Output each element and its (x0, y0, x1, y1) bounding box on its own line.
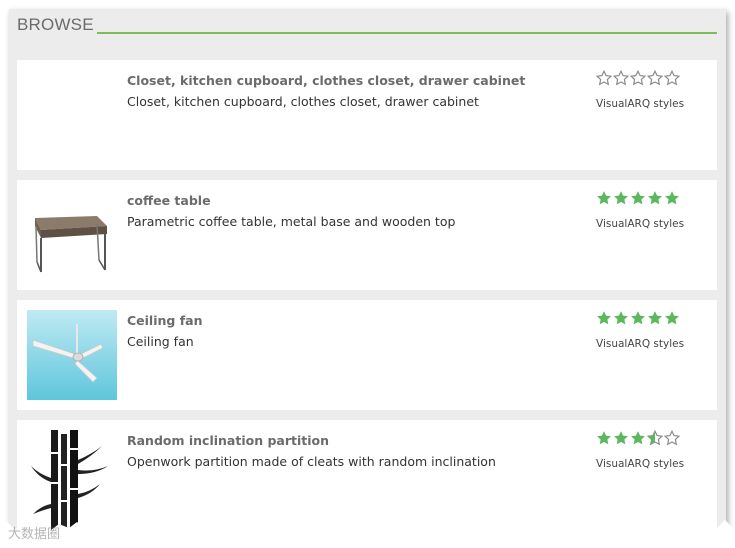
star-filled-icon (614, 311, 628, 325)
star-filled-icon (631, 431, 645, 445)
star-filled-icon (597, 431, 611, 445)
star-filled-icon (614, 431, 628, 445)
item-source: VisualARQ styles (596, 338, 685, 350)
item-description: Parametric coffee table, metal base and … (127, 214, 456, 229)
item-source: VisualARQ styles (596, 218, 685, 230)
star-empty-icon (613, 70, 629, 86)
item-description: Ceiling fan (127, 334, 194, 349)
star-empty-icon (664, 70, 680, 86)
rating-stars (596, 70, 680, 86)
ceiling-fan-icon[interactable] (27, 310, 117, 400)
star-filled-icon (631, 191, 645, 205)
star-filled-icon (648, 311, 662, 325)
star-empty-icon (647, 70, 663, 86)
item-source: VisualARQ styles (596, 458, 685, 470)
item-description: Closet, kitchen cupboard, clothes closet… (127, 94, 479, 109)
item-title[interactable]: Ceiling fan (127, 313, 202, 328)
star-filled-icon (614, 191, 628, 205)
rating-stars (596, 310, 680, 326)
list-item[interactable]: Ceiling fan Ceiling fan VisualARQ styles (17, 300, 717, 410)
star-filled-icon (665, 191, 679, 205)
section-title: BROWSE (17, 15, 94, 34)
star-filled-icon (665, 311, 679, 325)
star-half-icon (647, 430, 663, 446)
rating-stars (596, 190, 680, 206)
section-divider (97, 32, 717, 34)
star-filled-icon (631, 311, 645, 325)
star-empty-icon (596, 70, 612, 86)
star-filled-icon (597, 311, 611, 325)
item-title[interactable]: Random inclination partition (127, 433, 329, 448)
rating-stars (596, 430, 680, 446)
star-empty-icon (664, 430, 680, 446)
star-filled-icon (648, 191, 662, 205)
list-item[interactable]: Closet, kitchen cupboard, clothes closet… (17, 60, 717, 170)
bamboo-partition-icon[interactable] (27, 430, 117, 530)
thumbnail-empty[interactable] (27, 70, 117, 160)
watermark-text: 大数据圈 (8, 527, 61, 542)
browse-panel: BROWSE Closet, kitchen cupboard, clothes… (9, 9, 726, 539)
item-source: VisualARQ styles (596, 98, 685, 110)
list-item[interactable]: coffee table Parametric coffee table, me… (17, 180, 717, 290)
item-title[interactable]: Closet, kitchen cupboard, clothes closet… (127, 73, 525, 88)
star-filled-icon (597, 191, 611, 205)
torn-edge-decoration (0, 520, 735, 548)
star-empty-icon (630, 70, 646, 86)
coffee-table-icon[interactable] (27, 190, 117, 280)
item-title[interactable]: coffee table (127, 193, 211, 208)
item-description: Openwork partition made of cleats with r… (127, 454, 496, 469)
